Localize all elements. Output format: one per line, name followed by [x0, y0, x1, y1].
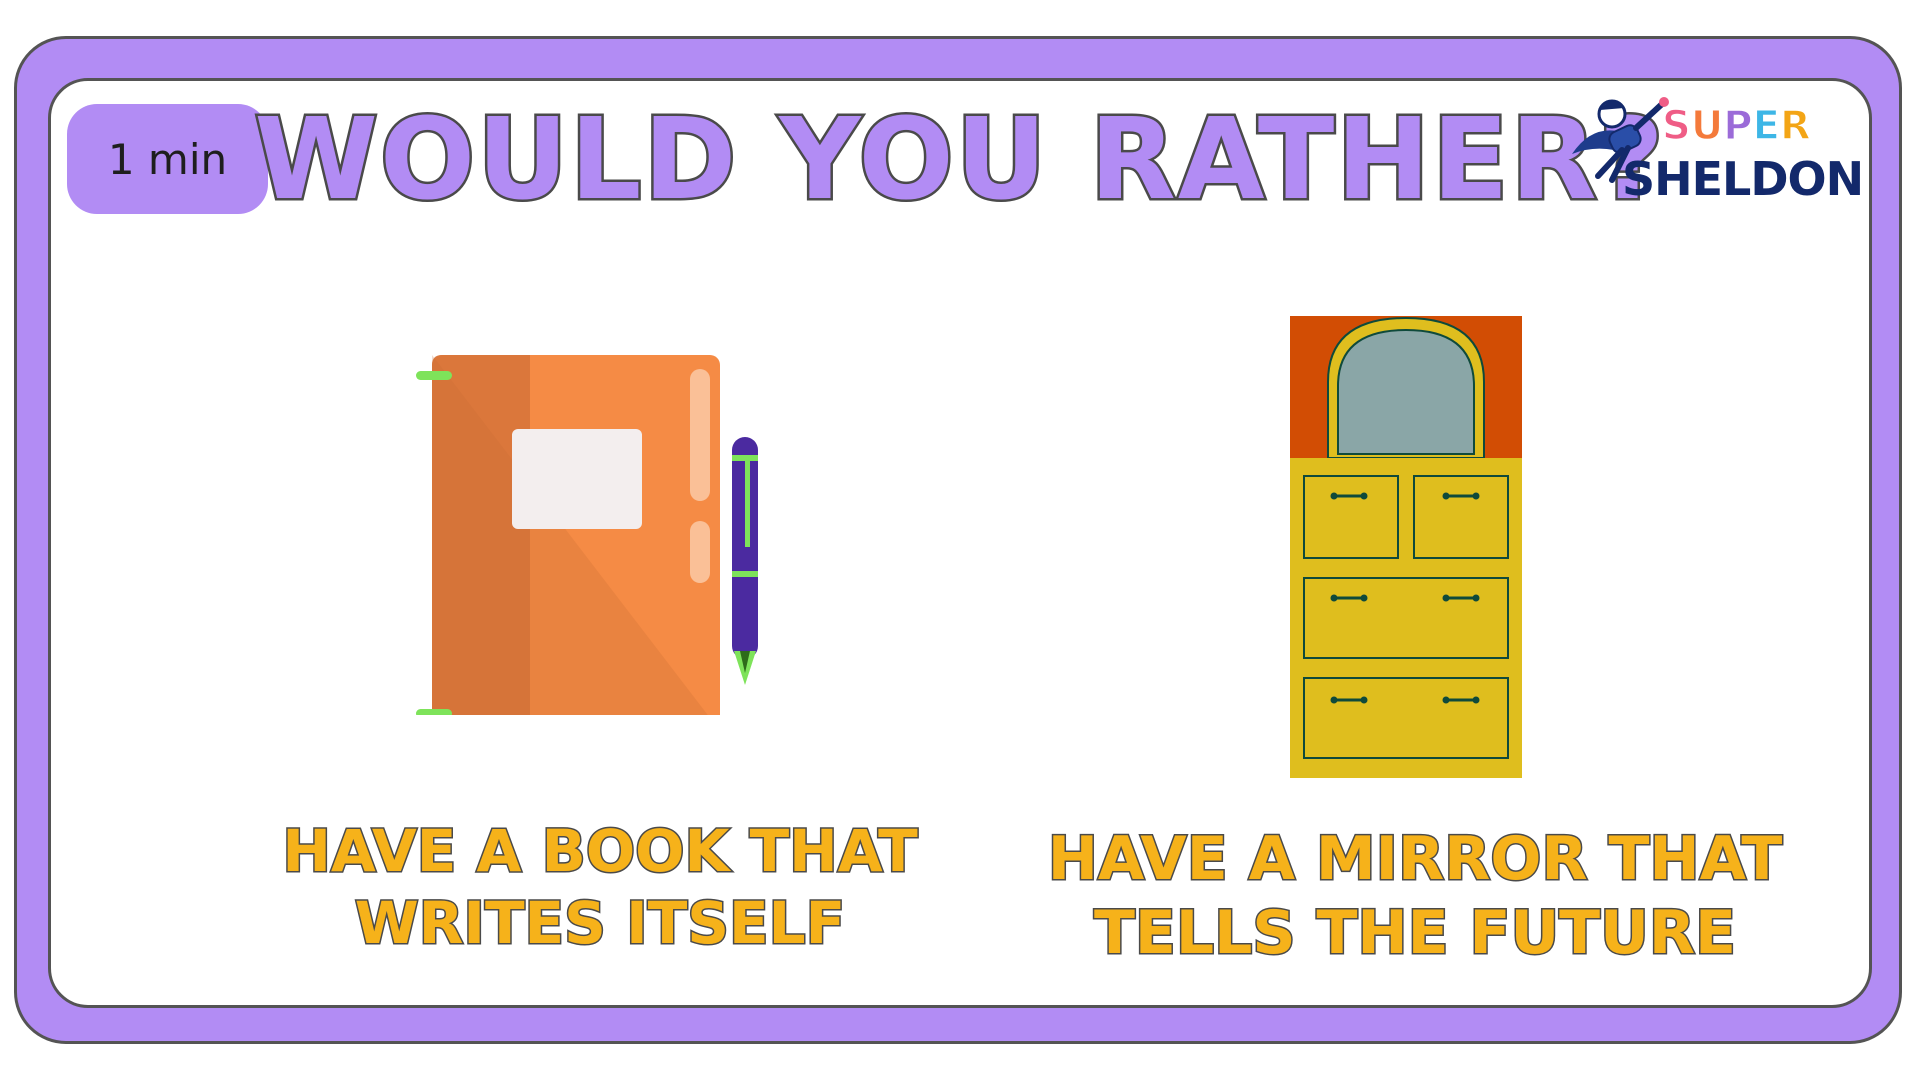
logo-word-super: SUPER — [1661, 103, 1811, 149]
option-book-label: HAVE A BOOK THAT WRITES ITSELF — [240, 816, 960, 960]
option-mirror[interactable]: HAVE A MIRROR THAT TELLS THE FUTURE — [1030, 300, 1800, 970]
logo-letter: E — [1752, 103, 1781, 149]
timer-badge[interactable]: 1 min — [67, 104, 268, 214]
logo-letter: S — [1661, 103, 1691, 149]
logo-letter: P — [1723, 103, 1754, 149]
notebook-with-pen-icon — [416, 355, 758, 715]
page-title: WOULD YOU RATHER? — [252, 93, 1666, 228]
logo-letter: U — [1690, 103, 1724, 149]
option-mirror-label: HAVE A MIRROR THAT TELLS THE FUTURE — [1030, 822, 1800, 971]
option-book[interactable]: HAVE A BOOK THAT WRITES ITSELF — [240, 300, 960, 958]
timer-label: 1 min — [107, 134, 228, 184]
mirror-dresser-icon — [1290, 316, 1522, 778]
option-book-line1: HAVE A BOOK THAT — [281, 816, 919, 887]
logo-letter: R — [1779, 103, 1811, 149]
option-book-line2: WRITES ITSELF — [353, 887, 846, 958]
logo-word-sheldon: SHELDON — [1622, 152, 1864, 206]
option-mirror-line1: HAVE A MIRROR THAT — [1046, 822, 1784, 895]
option-mirror-line2: TELLS THE FUTURE — [1092, 897, 1737, 970]
super-sheldon-logo: SUPER SHELDON — [1562, 84, 1864, 208]
